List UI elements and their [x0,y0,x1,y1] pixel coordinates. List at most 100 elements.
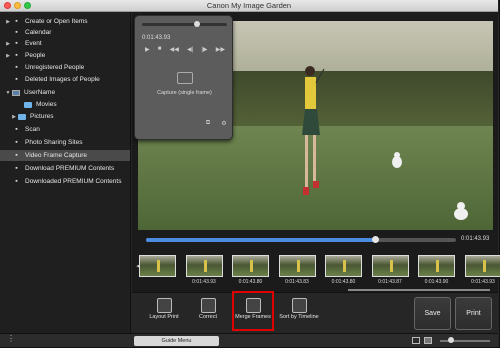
disclosure-arrow-icon[interactable]: ▶ [10,114,18,120]
frame-thumbnail[interactable] [371,255,409,277]
frame-time: 0:01:43.90 [424,279,449,285]
sidebar-item-movies[interactable]: Movies [0,99,130,110]
sidebar-item-label: Pictures [30,113,54,120]
layout-print-button[interactable]: Layout Print [142,296,186,329]
computer-icon [12,89,20,96]
print-button[interactable]: Print [455,297,492,330]
sidebar-item-photo-sharing-sites[interactable]: ▪ Photo Sharing Sites [0,137,130,148]
info-icon[interactable]: ⋮ [7,334,15,343]
frame-subject [296,260,300,272]
sort-by-timeline-icon [291,298,307,313]
disclosure-arrow-icon[interactable]: ▼ [4,90,12,96]
seekbar-knob[interactable] [372,236,380,243]
sort-by-timeline-label: Sort by Timeline [279,314,319,320]
frame-time: 0:01:43.93 [471,279,495,285]
photo-sharing-icon: ▪ [15,139,18,146]
disclosure-arrow-icon[interactable]: ▶ [4,19,12,25]
download-icon: ▪ [15,165,18,172]
folder-icon [18,113,26,120]
guide-menu-button[interactable]: Guide Menu [134,336,219,346]
layout-print-icon [156,298,172,313]
playback-controls: ▶ ■ ◀◀ ◀| |▶ ▶▶ [145,46,225,53]
zoom-slider[interactable] [440,337,490,343]
sidebar-item-create-or-open-items[interactable]: ▶ ▪ Create or Open Items [0,16,130,27]
frame-thumbnail[interactable] [418,255,455,277]
sidebar-item-label: Scan [25,126,40,133]
sidebar-item-video-frame-capture[interactable]: ▪ Video Frame Capture [0,150,130,161]
capture-position-slider[interactable] [142,21,227,27]
detail-view-icon[interactable] [424,337,432,344]
capture-time: 0:01:43.93 [142,35,171,41]
frame-time: 0:01:43.87 [378,279,402,285]
create-items-icon: ▪ [15,18,18,25]
next-frame-icon[interactable]: ▶▶ [216,46,225,53]
disclosure-arrow-icon[interactable]: ▶ [4,53,12,59]
frame-subject [157,260,160,272]
downloaded-icon: ▪ [15,178,18,185]
thumbnail-view-icon[interactable] [412,337,420,344]
step-back-icon[interactable]: ◀| [187,46,193,53]
frame-time: 0:01:43.80 [238,279,263,285]
frame-thumbnail[interactable] [232,255,269,277]
frame-thumbnail[interactable] [139,255,176,277]
step-forward-icon[interactable]: |▶ [201,46,207,53]
window-title: Canon My Image Garden [206,1,292,10]
play-icon[interactable]: ▶ [145,46,150,53]
correct-button[interactable]: Correct [186,296,230,329]
capture-slider-knob[interactable] [194,21,200,27]
sidebar-item-label: UserName [24,89,56,96]
frame-time: 0:01:43.80 [331,279,356,285]
sidebar-item-event[interactable]: ▶ ▪ Event [0,38,130,49]
sidebar-item-label: Event [25,40,42,47]
frame-thumbnail[interactable] [278,255,316,277]
frame-thumbnail[interactable] [464,255,500,277]
capture-panel: 0:01:43.93 ▶ ■ ◀◀ ◀| |▶ ▶▶ Capture (sing… [134,15,233,140]
settings-capture-icon[interactable]: ⚙ [217,120,231,129]
sidebar-item-label: People [25,52,46,59]
sidebar-item-label: Create or Open Items [25,18,88,25]
strip-scrollbar[interactable] [348,289,490,291]
sidebar-item-deleted-images-of-people[interactable]: ▪ Deleted Images of People [0,74,130,85]
frame-subject [343,260,346,272]
frame-time: 0:01:43.83 [285,279,309,285]
camera-icon[interactable] [177,72,193,84]
calendar-icon: ▪ [15,29,18,36]
stop-icon[interactable]: ■ [158,46,162,53]
correct-label: Correct [198,314,218,320]
sidebar-item-calendar[interactable]: ▪ Calendar [0,27,130,38]
frame-thumbnail[interactable] [185,255,223,277]
disclosure-arrow-icon[interactable]: ▶ [4,41,12,47]
sidebar-item-scan[interactable]: ▪ Scan [0,124,130,135]
sidebar-item-pictures[interactable]: ▶ Pictures [0,111,130,122]
sidebar-item-label: Downloaded PREMIUM Contents [25,178,122,185]
scan-icon: ▪ [15,126,18,133]
video-dog [392,152,402,168]
zoom-knob[interactable] [448,337,454,343]
sidebar-item-unregistered-people[interactable]: ▪ Unregistered People [0,62,130,73]
layout-print-label: Layout Print [149,314,179,320]
sidebar-item-label: Movies [36,101,57,108]
seekbar-time: 0:01:43.93 [461,236,490,242]
multi-capture-icon[interactable]: ⧉ [201,120,215,129]
sidebar-item-label: Calendar [25,29,52,36]
save-button[interactable]: Save [414,297,451,330]
correct-icon [200,298,216,313]
sidebar-item-people[interactable]: ▶ ▪ People [0,50,130,61]
sidebar-item-label: Video Frame Capture [25,152,88,159]
merge-frames-highlight [232,291,274,331]
frame-thumbnail[interactable] [325,255,362,277]
sidebar-item-download-premium-contents[interactable]: ▪ Download PREMIUM Contents [0,163,130,174]
video-seekbar[interactable] [146,236,456,243]
video-frame-icon: ▪ [15,152,18,159]
frame-subject [250,260,253,272]
sidebar-item-label: Deleted Images of People [25,76,100,83]
video-subject [302,66,325,195]
folder-icon [24,101,32,108]
sidebar-item-label: Unregistered People [25,64,85,71]
people-icon: ▪ [15,52,18,59]
deleted-people-icon: ▪ [15,76,18,83]
previous-frame-icon[interactable]: ◀◀ [170,46,179,53]
sidebar-item-downloaded-premium-contents[interactable]: ▪ Downloaded PREMIUM Contents [0,176,130,187]
sort-by-timeline-button[interactable]: Sort by Timeline [277,296,321,329]
sidebar-item-username[interactable]: ▼ UserName [0,87,130,98]
